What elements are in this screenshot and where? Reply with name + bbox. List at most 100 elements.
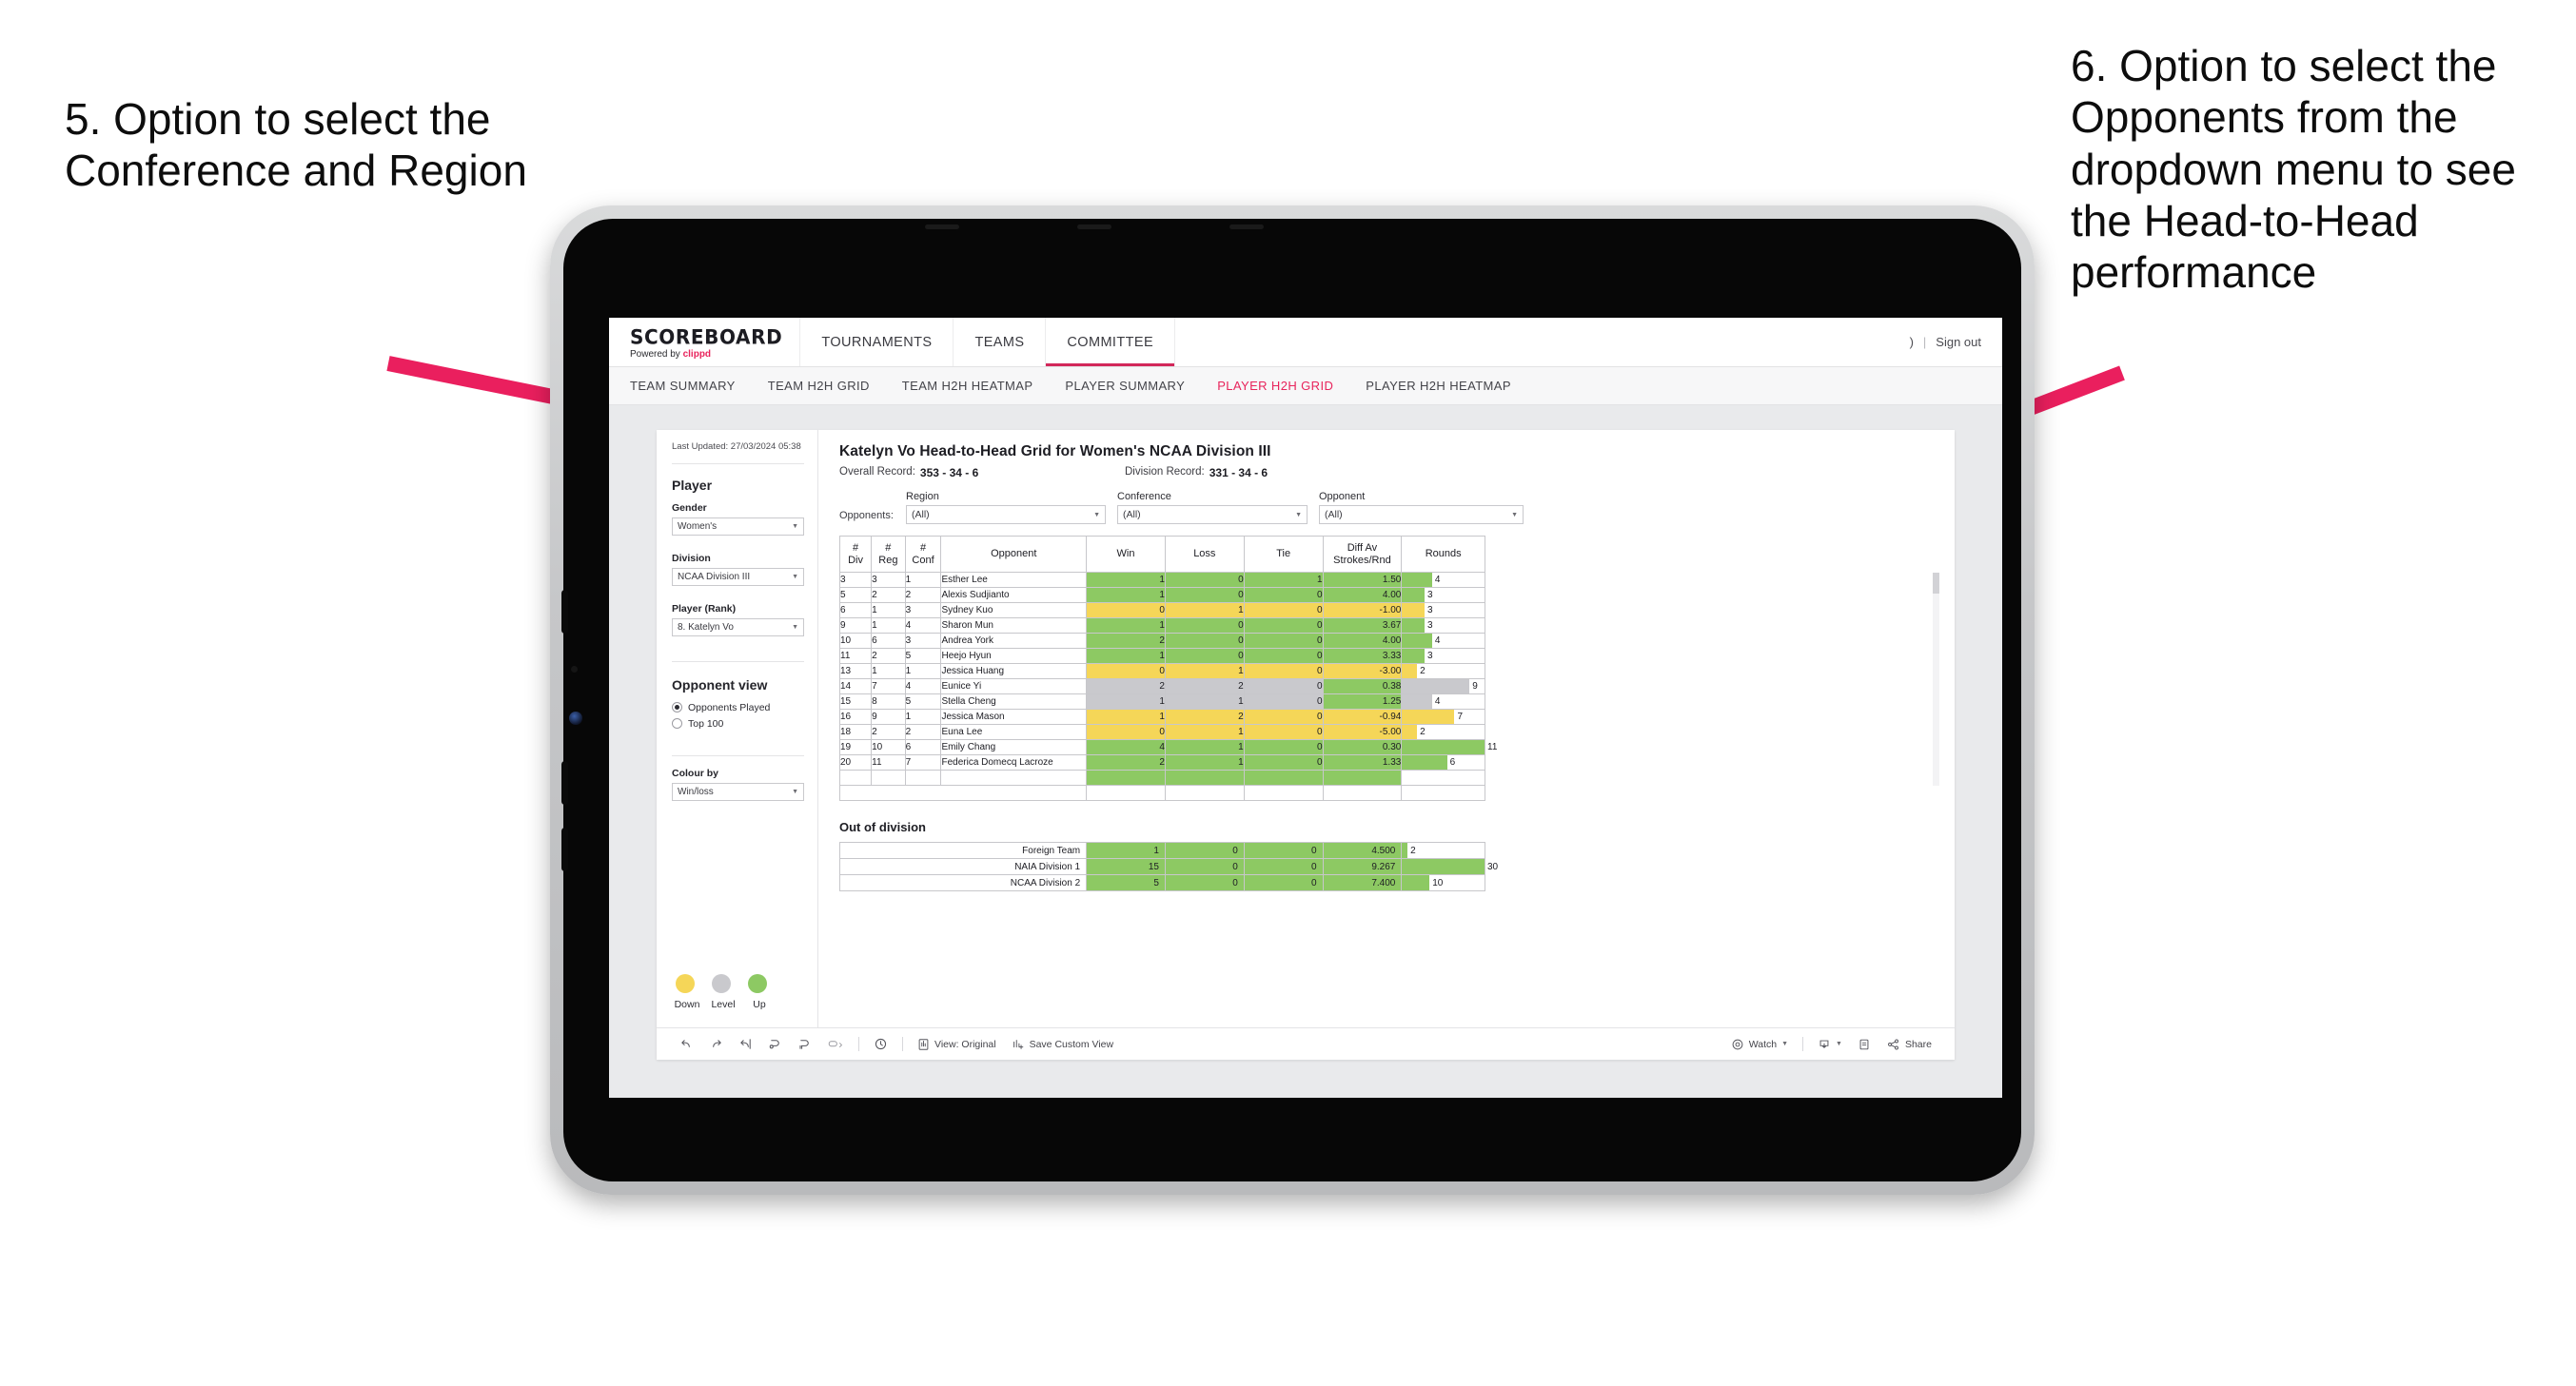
table-row[interactable]: 13 1 1 Jessica Huang 0 1 0 -3.00 2 (838, 663, 1485, 679)
table-row[interactable]: 5 2 2 Alexis Sudjianto 1 0 0 4.00 3 (838, 587, 1485, 603)
cell-ood-loss: 0 (1164, 858, 1245, 875)
page-title: Katelyn Vo Head-to-Head Grid for Women's… (839, 443, 1271, 459)
cell-tie: 0 (1243, 693, 1324, 710)
nav-committee[interactable]: COMMITTEE (1046, 318, 1176, 366)
cell-loss: 1 (1164, 663, 1245, 679)
cell-div: 6 (838, 602, 873, 618)
watch-button[interactable]: Watch ▼ (1723, 1038, 1796, 1051)
cell-loss: 0 (1164, 648, 1245, 664)
fullscreen-button[interactable] (1850, 1038, 1878, 1051)
table-row[interactable]: 16 9 1 Jessica Mason 1 2 0 -0.94 7 (838, 709, 1485, 725)
cell-diff: 1.50 (1322, 572, 1403, 588)
cell-diff: 0.30 (1322, 739, 1403, 755)
subnav-team-h2h-grid[interactable]: TEAM H2H GRID (768, 379, 870, 393)
radio-opponents-played[interactable]: Opponents Played (672, 702, 804, 713)
colour-by-label: Colour by (672, 767, 718, 779)
cell-conf: 2 (904, 724, 942, 740)
cell-reg: 11 (871, 754, 906, 771)
cell-div: 18 (838, 724, 873, 740)
revert-button[interactable] (731, 1037, 760, 1051)
table-row[interactable]: 10 6 3 Andrea York 2 0 0 4.00 4 (838, 633, 1485, 649)
undo-button[interactable] (672, 1037, 701, 1051)
opponent-filter-select[interactable]: (All) ▼ (1319, 505, 1524, 524)
division-select[interactable]: NCAA Division III ▼ (672, 567, 804, 586)
share-button[interactable]: Share (1878, 1038, 1939, 1051)
nav-teams[interactable]: TEAMS (954, 318, 1047, 366)
th-opponent: Opponent (940, 536, 1088, 573)
h2h-grid-body: 3 3 1 Esther Lee 1 0 1 1.50 4 5 2 2 Alexis Sudjianto… (838, 572, 1497, 801)
table-row[interactable]: 18 2 2 Euna Lee 0 1 0 -5.00 2 (838, 724, 1485, 740)
out-of-division-row[interactable]: NAIA Division 1 15 0 0 9.267 30 (838, 858, 1498, 875)
tablet-volume-up-button[interactable] (561, 590, 568, 634)
chevron-down-icon: ▼ (792, 522, 798, 530)
cell-opponent: Jessica Huang (940, 663, 1088, 679)
cell-loss: 1 (1164, 602, 1245, 618)
cell-opponent: Jessica Mason (940, 709, 1088, 725)
view-original-button[interactable]: View: Original (910, 1038, 1004, 1051)
rounds-value: 3 (1426, 590, 1433, 600)
cell-div: 11 (838, 648, 873, 664)
sign-out-link[interactable]: Sign out (1936, 335, 1981, 349)
pause-auto-update-button[interactable] (866, 1037, 895, 1051)
pause-button[interactable] (790, 1037, 819, 1051)
region-filter-select[interactable]: (All) ▼ (906, 505, 1106, 524)
subnav-player-summary[interactable]: PLAYER SUMMARY (1065, 379, 1185, 393)
scrollbar-thumb[interactable] (1933, 573, 1939, 594)
cell-win: 4 (1086, 739, 1166, 755)
watch-label: Watch (1748, 1038, 1778, 1050)
chevron-down-icon: ▼ (1093, 511, 1100, 518)
save-custom-view-button[interactable]: Save Custom View (1004, 1038, 1122, 1051)
tablet-speaker-grille (925, 224, 959, 229)
grid-vertical-scrollbar[interactable] (1933, 573, 1939, 786)
cell-win: 2 (1086, 633, 1166, 649)
out-of-division-row[interactable]: Foreign Team 1 0 0 4.500 2 (838, 842, 1485, 859)
division-record-label: Division Record: (1125, 466, 1205, 478)
tablet-volume-down-button[interactable] (561, 761, 568, 805)
colour-by-select[interactable]: Win/loss ▼ (672, 782, 804, 801)
table-row[interactable]: 6 1 3 Sydney Kuo 0 1 0 -1.00 3 (838, 602, 1485, 618)
player-rank-value: 8. Katelyn Vo (678, 621, 734, 633)
nav-tournaments[interactable]: TOURNAMENTS (800, 318, 954, 366)
tableau-toolbar: View: Original Save Custom View Watch ▼ (657, 1027, 1955, 1060)
cell-opponent: Sydney Kuo (940, 602, 1088, 618)
radio-top-100[interactable]: Top 100 (672, 718, 804, 730)
cell-win: 0 (1086, 663, 1166, 679)
sub-nav: TEAM SUMMARY TEAM H2H GRID TEAM H2H HEAT… (609, 367, 2002, 405)
table-row[interactable]: 9 1 4 Sharon Mun 1 0 0 3.67 3 (838, 617, 1485, 634)
cell-rounds: 4 (1401, 693, 1485, 710)
tablet-power-button[interactable] (561, 828, 568, 871)
table-row[interactable]: 14 7 4 Eunice Yi 2 2 0 0.38 9 (838, 678, 1485, 694)
subnav-player-h2h-grid[interactable]: PLAYER H2H GRID (1217, 379, 1333, 393)
dashboard-card: Last Updated: 27/03/2024 05:38 Player Ge… (657, 430, 1955, 1060)
cell-conf: 1 (904, 709, 942, 725)
table-row[interactable]: 3 3 1 Esther Lee 1 0 1 1.50 4 (838, 572, 1485, 588)
conference-filter-select[interactable]: (All) ▼ (1117, 505, 1308, 524)
table-row[interactable]: 19 10 6 Emily Chang 4 1 0 0.30 11 (838, 739, 1497, 755)
chevron-down-icon: ▼ (1781, 1041, 1789, 1047)
rounds-value: 9 (1472, 681, 1478, 692)
refresh-button[interactable] (760, 1037, 790, 1051)
brand-subtitle: Powered by clippd (630, 349, 782, 360)
gender-select[interactable]: Women's ▼ (672, 517, 804, 536)
out-of-division-row[interactable]: NCAA Division 2 5 0 0 7.400 10 (838, 874, 1485, 891)
redo-button[interactable] (701, 1037, 731, 1051)
cell-diff: 1.33 (1322, 754, 1403, 771)
player-rank-select[interactable]: 8. Katelyn Vo ▼ (672, 617, 804, 636)
brand-logo[interactable]: SCOREBOARD Powered by clippd (609, 318, 801, 366)
cell-ood-tie: 0 (1243, 874, 1324, 891)
cell-win: 2 (1086, 754, 1166, 771)
subnav-player-h2h-heatmap[interactable]: PLAYER H2H HEATMAP (1366, 379, 1511, 393)
table-row[interactable]: 11 2 5 Heejo Hyun 1 0 0 3.33 3 (838, 648, 1485, 664)
dashboard-body: Last Updated: 27/03/2024 05:38 Player Ge… (657, 430, 1955, 1027)
rounds-bar (1402, 875, 1430, 890)
rounds-value: 10 (1432, 877, 1444, 888)
download-button[interactable]: ▼ (1810, 1038, 1850, 1051)
cell-div: 15 (838, 693, 873, 710)
opponent-filters: Opponents: Region (All) ▼ Conference (Al… (839, 491, 1934, 524)
subnav-team-h2h-heatmap[interactable]: TEAM H2H HEATMAP (902, 379, 1033, 393)
subnav-team-summary[interactable]: TEAM SUMMARY (630, 379, 736, 393)
table-row[interactable]: 20 11 7 Federica Domecq Lacroze 2 1 0 1.33 6 (838, 754, 1485, 771)
cell-ood-diff: 7.400 (1322, 874, 1403, 891)
table-row[interactable]: 15 8 5 Stella Cheng 1 1 0 1.25 4 (838, 693, 1485, 710)
highlight-button[interactable] (819, 1037, 852, 1051)
